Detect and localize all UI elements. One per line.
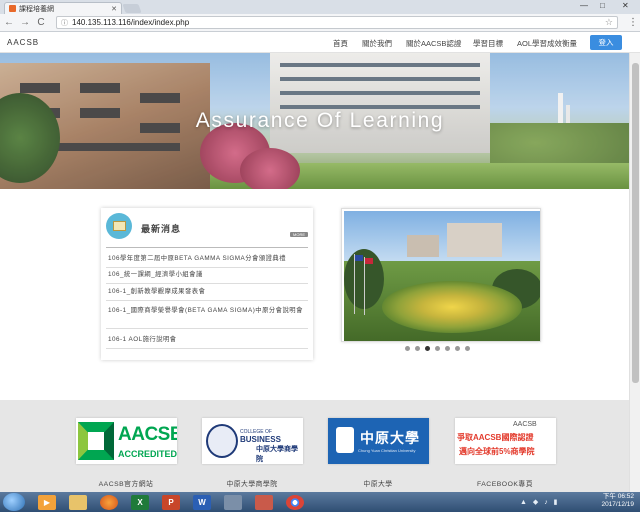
maximize-button[interactable]: □ bbox=[600, 1, 605, 10]
slider-dot[interactable] bbox=[435, 346, 440, 351]
slider-dot[interactable] bbox=[415, 346, 420, 351]
nav-home[interactable]: 首頁 bbox=[333, 38, 348, 49]
close-window-button[interactable]: ✕ bbox=[622, 1, 629, 10]
news-book-icon bbox=[106, 213, 132, 239]
clock-time: 下午 06:52 bbox=[602, 493, 634, 500]
aacsb-small-logo: AACSB bbox=[513, 421, 537, 428]
site-brand[interactable]: AACSB bbox=[7, 38, 39, 47]
news-item[interactable]: 106_統一課綱_經濟學小組會議 bbox=[106, 270, 308, 284]
snipping-tool-icon[interactable] bbox=[255, 494, 273, 510]
info-icon[interactable]: ⓘ bbox=[61, 18, 68, 28]
address-bar[interactable]: ⓘ 140.135.113.116/index/index.php ☆ bbox=[56, 16, 618, 29]
scrollbar-thumb[interactable] bbox=[632, 63, 639, 383]
cycu-shield-icon bbox=[336, 427, 354, 453]
media-player-icon[interactable]: ▶ bbox=[38, 494, 56, 510]
tab-title: 課程培養網 bbox=[19, 5, 54, 13]
browser-tab-bar: 課程培養網 ✕ — □ ✕ bbox=[0, 0, 640, 14]
main-content: 最新消息 MORE 106學年度第二屆中原BETA GAMMA SIGMA分會頒… bbox=[0, 189, 640, 400]
login-button[interactable]: 登入 bbox=[590, 35, 622, 50]
start-button[interactable] bbox=[3, 493, 25, 511]
hero-banner: Assurance Of Learning bbox=[0, 53, 640, 189]
news-item[interactable]: 106學年度第二屆中原BETA GAMMA SIGMA分會頒證典禮 bbox=[106, 254, 308, 268]
cycu-caption[interactable]: 中原大學 bbox=[318, 478, 438, 488]
facebook-caption[interactable]: FACEBOOK專頁 bbox=[445, 478, 565, 488]
powerpoint-icon[interactable]: P bbox=[162, 494, 180, 510]
news-more-button[interactable]: MORE bbox=[290, 232, 308, 237]
aacsb-caption[interactable]: AACSB官方網站 bbox=[66, 478, 186, 488]
news-item[interactable]: 106-1 AOL施行說明會 bbox=[106, 335, 308, 349]
word-icon[interactable]: W bbox=[193, 494, 211, 510]
browser-menu-icon[interactable]: ⋮ bbox=[628, 17, 638, 28]
system-tray-icons[interactable]: ▲ ◆ ♪ ▮ bbox=[520, 498, 560, 506]
cycu-business-logo-link[interactable]: COLLEGE OF BUSINESS 中原大學商學院 bbox=[202, 418, 303, 464]
cycu-business-caption[interactable]: 中原大學商學院 bbox=[192, 478, 312, 488]
chrome-icon[interactable] bbox=[286, 494, 304, 510]
url-text: 140.135.113.116/index/index.php bbox=[72, 18, 190, 27]
excel-icon[interactable]: X bbox=[131, 494, 149, 510]
slider-dot[interactable] bbox=[455, 346, 460, 351]
cycu-seal-icon bbox=[206, 424, 238, 458]
news-title: 最新消息 bbox=[141, 224, 182, 234]
forward-button[interactable]: → bbox=[20, 17, 30, 28]
facebook-link[interactable]: AACSB 爭取AACSB國際認證 邁向全球前5%商學院 bbox=[455, 418, 556, 464]
footer-links: AACSB ACCREDITED COLLEGE OF BUSINESS 中原大… bbox=[0, 400, 640, 492]
browser-tab[interactable]: 課程培養網 ✕ bbox=[4, 2, 122, 14]
nav-aol[interactable]: AOL學習成效衡量 bbox=[517, 38, 577, 49]
file-explorer-icon[interactable] bbox=[69, 494, 87, 510]
new-tab-button[interactable] bbox=[122, 4, 142, 13]
tab-close-icon[interactable]: ✕ bbox=[111, 5, 117, 13]
site-header: AACSB 首頁 關於我們 關於AACSB認證 學習目標 AOL學習成效衡量 登… bbox=[0, 32, 640, 53]
network-tool-icon[interactable] bbox=[224, 494, 242, 510]
minimize-button[interactable]: — bbox=[580, 1, 588, 10]
nav-learning-goals[interactable]: 學習目標 bbox=[473, 38, 503, 49]
firefox-icon[interactable] bbox=[100, 494, 118, 510]
windows-taskbar: ▶ X P W ▲ ◆ ♪ ▮ 下午 06:52 2017/12/19 bbox=[0, 492, 640, 512]
site-favicon-icon bbox=[9, 5, 16, 12]
image-slider[interactable] bbox=[341, 208, 541, 342]
slider-dots bbox=[405, 346, 470, 351]
reload-button[interactable]: C bbox=[36, 17, 46, 28]
back-button[interactable]: ← bbox=[4, 17, 14, 28]
slider-dot[interactable] bbox=[405, 346, 410, 351]
news-item[interactable]: 106-1_創新教學觀摩成果發表會 bbox=[106, 287, 308, 301]
nav-about-aacsb[interactable]: 關於AACSB認證 bbox=[406, 38, 461, 49]
slider-dot[interactable] bbox=[465, 346, 470, 351]
nav-about[interactable]: 關於我們 bbox=[362, 38, 392, 49]
clock[interactable]: 下午 06:52 2017/12/19 bbox=[601, 493, 634, 509]
browser-toolbar: ← → C ⓘ 140.135.113.116/index/index.php … bbox=[0, 14, 640, 32]
aacsb-accredited: ACCREDITED bbox=[118, 449, 177, 459]
clock-date: 2017/12/19 bbox=[601, 501, 634, 508]
news-panel: 最新消息 MORE 106學年度第二屆中原BETA GAMMA SIGMA分會頒… bbox=[101, 208, 313, 360]
bookmark-star-icon[interactable]: ☆ bbox=[605, 17, 613, 28]
page-scrollbar[interactable] bbox=[629, 53, 640, 492]
hero-title: Assurance Of Learning bbox=[195, 109, 445, 132]
cycu-logo-link[interactable]: 中原大學 Chung Yuan Christian University bbox=[328, 418, 429, 464]
aacsb-logo-link[interactable]: AACSB ACCREDITED bbox=[76, 418, 177, 464]
slider-dot[interactable] bbox=[445, 346, 450, 351]
slider-dot[interactable] bbox=[425, 346, 430, 351]
aacsb-wordmark: AACSB bbox=[118, 424, 177, 445]
news-item[interactable]: 106-1_國際商學榮譽學會(BETA GAMA SIGMA)中原分會說明會 bbox=[106, 306, 308, 329]
